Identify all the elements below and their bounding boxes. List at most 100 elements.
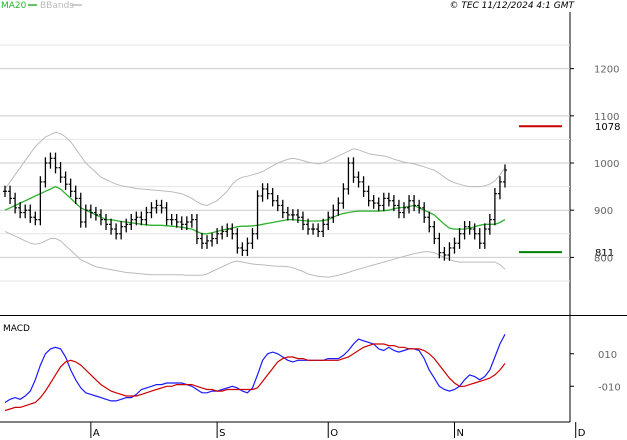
- price-bar: [427, 211, 432, 233]
- price-bar: [164, 202, 169, 226]
- price-bar: [109, 218, 114, 235]
- price-bar: [351, 157, 356, 183]
- macd-y-tick-label: -010: [598, 382, 621, 393]
- price-bar: [477, 228, 482, 249]
- price-bar: [356, 171, 361, 188]
- price-bar: [280, 199, 285, 219]
- price-bar: [230, 223, 235, 240]
- price-bar: [371, 195, 376, 209]
- price-bar: [250, 228, 255, 249]
- price-bar: [331, 204, 336, 223]
- date-x-axis: ASOND: [90, 422, 586, 439]
- macd-y-tick-label: 010: [598, 350, 617, 361]
- price-y-tick-label: 1200: [594, 65, 619, 76]
- price-bar: [275, 195, 280, 212]
- price-bar: [326, 211, 331, 231]
- price-bar: [68, 178, 73, 197]
- price-bar: [114, 223, 119, 240]
- price-bar: [154, 199, 159, 214]
- x-axis-tick-label: S: [219, 428, 225, 439]
- price-bar: [341, 183, 346, 209]
- price-bar: [63, 171, 68, 190]
- price-bar: [270, 188, 275, 207]
- signal-line: [4, 343, 506, 412]
- price-bar: [422, 202, 427, 223]
- x-axis-tick-label: A: [93, 428, 100, 439]
- price-bar: [442, 246, 447, 261]
- bbands-upper-line: [4, 131, 506, 207]
- macd-line: [4, 334, 506, 404]
- price-bar: [497, 176, 502, 200]
- price-bar: [503, 164, 507, 188]
- legend-ma20: MA20: [1, 1, 27, 11]
- price-y-tick-label: 1000: [594, 159, 619, 170]
- price-bar: [235, 228, 240, 254]
- price-y-tick-label: 1100: [594, 112, 619, 123]
- price-bar: [104, 213, 109, 231]
- price-bar: [366, 185, 371, 207]
- price-bar: [492, 188, 497, 226]
- price-bar: [457, 228, 462, 249]
- price-bar: [285, 206, 290, 221]
- legend-bbands: BBands: [40, 1, 74, 11]
- price-bar: [396, 199, 401, 219]
- price-bar: [124, 218, 129, 233]
- price-bar: [260, 183, 265, 202]
- price-bar: [412, 195, 417, 212]
- price-bar: [336, 197, 341, 216]
- price-y-tick-label: 900: [594, 206, 613, 217]
- price-bar: [33, 211, 38, 226]
- x-axis-tick-label: O: [330, 428, 338, 439]
- price-bar: [194, 213, 199, 245]
- price-bar: [432, 221, 437, 245]
- price-bar: [23, 204, 28, 219]
- price-bar: [199, 232, 204, 249]
- price-bar: [220, 225, 225, 240]
- price-y-axis: 1200 1100 1000 900 800: [570, 65, 619, 264]
- price-bar: [255, 190, 260, 240]
- price-bar: [452, 237, 457, 254]
- price-bar: [43, 157, 48, 188]
- price-bar: [28, 204, 33, 223]
- price-bar: [381, 192, 386, 212]
- price-bar: [482, 223, 487, 249]
- price-bar: [462, 221, 467, 240]
- price-bar: [407, 195, 412, 214]
- chart-canvas: 1078 811 1200 1100 1000 900 800 010 -010 ASOND…: [0, 0, 627, 440]
- price-bar: [210, 232, 215, 247]
- price-bar: [386, 192, 391, 207]
- price-bar: [265, 183, 270, 200]
- price-bar: [316, 223, 321, 238]
- price-bar: [8, 185, 13, 205]
- x-axis-tick-label: D: [578, 428, 586, 439]
- level-label: 1078: [595, 122, 620, 133]
- bollinger-bands: [4, 131, 506, 278]
- price-y-tick-label: 800: [594, 253, 613, 264]
- price-bar: [447, 242, 452, 261]
- price-bar: [205, 235, 210, 249]
- price-bar: [245, 237, 250, 256]
- bbands-lower-line: [4, 230, 506, 278]
- price-bar: [321, 218, 326, 238]
- macd-panel: 010 -010: [4, 334, 621, 412]
- price-bar: [58, 162, 63, 183]
- price-bar: [311, 223, 316, 235]
- price-bar: [225, 223, 230, 238]
- price-bar: [83, 204, 88, 228]
- price-bar: [48, 152, 53, 169]
- price-bar: [139, 211, 144, 226]
- macd-title: MACD: [3, 324, 30, 334]
- x-axis-tick-label: N: [456, 428, 463, 439]
- price-bar: [159, 199, 164, 214]
- price-bar: [129, 213, 134, 231]
- chart-svg: 1078811 120011001000900800 010-010 ASOND…: [0, 1, 627, 439]
- price-bar: [290, 209, 295, 221]
- price-bar: [376, 197, 381, 212]
- price-bar: [169, 213, 174, 226]
- copyright-text: © TEC 11/12/2024 4:1 GMT: [449, 1, 575, 11]
- price-bar: [144, 206, 149, 226]
- price-bar: [189, 213, 194, 228]
- price-bar: [240, 242, 245, 256]
- price-bar: [119, 221, 124, 240]
- price-bar: [38, 176, 43, 226]
